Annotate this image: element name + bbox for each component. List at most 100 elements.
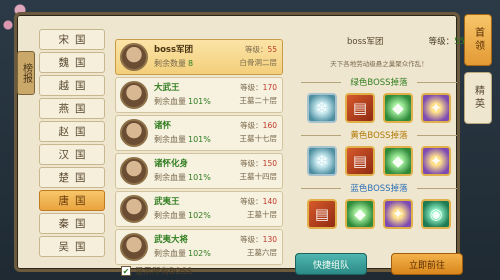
boss-level: 等级：55 [240,43,277,56]
item-icon: ◆ [392,99,404,117]
boss-location: 王墓六层 [247,248,277,257]
drop-sections: 绿色BOSS掉落 ❄ ▤ ◆ ✦ 黄色BOSS掉落 ❄ ▤ ◆ ✦ 蓝色BOSS掉落 ▤ ◆ ✦ ◉ [287,76,471,229]
drop-item-slot[interactable]: ❄ [307,146,337,176]
boss-meta: 等级：170 王墓二十层 [240,81,278,107]
item-icon: ✦ [429,152,443,170]
side-tab[interactable]: 首领 [464,14,492,66]
kingdom-tab[interactable]: 唐国 [39,190,105,211]
boss-list-item[interactable]: 武夷大将 剩余血量 102% 等级：130 王墓六层 [115,229,283,265]
item-icon: ✦ [429,99,443,117]
show-all-checkbox[interactable]: ✔ [121,266,131,276]
item-icon: ❄ [315,152,329,170]
boss-level-label: 等级： [240,197,263,206]
boss-meta: 等级：140 王墓十层 [240,195,277,221]
kingdom-tab[interactable]: 燕国 [39,98,105,119]
kingdom-tab[interactable]: 宋国 [39,29,105,50]
boss-meta: 等级：150 王墓十四层 [240,157,278,183]
boss-location: 王墓十四层 [239,172,278,181]
drop-item-slot[interactable]: ✦ [421,93,451,123]
drop-item-slot[interactable]: ◆ [345,199,375,229]
side-tab[interactable]: 精英 [464,72,492,124]
kingdom-tab[interactable]: 吴国 [39,236,105,257]
boss-level-label: 等级： [240,83,263,92]
kingdom-tab[interactable]: 越国 [39,75,105,96]
drop-item-slot[interactable]: ◆ [383,93,413,123]
drop-item-slot[interactable]: ▤ [345,146,375,176]
boss-list-item[interactable]: 大武王 剩余血量 101% 等级：170 王墓二十层 [115,77,283,113]
item-icon: ◆ [392,152,404,170]
boss-count-value: 101% [188,135,211,144]
drop-item-slot[interactable]: ◉ [421,199,451,229]
boss-level-value: 55 [267,45,277,54]
kingdom-tab[interactable]: 赵国 [39,121,105,142]
show-all-bosses-toggle[interactable]: ✔ 显示所有BOSS [121,265,192,277]
boss-avatar [120,157,148,185]
boss-count-label: 剩余血量 [154,249,186,258]
drop-item-slot[interactable]: ✦ [421,146,451,176]
boss-count-value: 101% [188,173,211,182]
detail-level-label: 等级： [428,37,455,47]
boss-list: boss军团 剩余数量 8 等级：55 白骨洞二层 大武王 剩余血量 101% 等级：170 王墓… [115,39,283,271]
item-icon: ▤ [314,205,330,223]
boss-level: 等级：130 [240,233,277,246]
boss-list-item[interactable]: 武夷王 剩余血量 102% 等级：140 王墓十层 [115,191,283,227]
boss-meta: 等级：160 王墓十七层 [240,119,278,145]
boss-level: 等级：170 [240,81,277,94]
item-icon: ❄ [315,99,329,117]
kingdom-tab[interactable]: 汉国 [39,144,105,165]
boss-level: 等级：160 [240,119,277,132]
detail-subtitle: 天下各地劳动级悬之巢聚众作乱！ [330,60,428,68]
quick-team-button[interactable]: 快捷组队 [295,253,367,275]
boss-location: 白骨洞二层 [239,58,278,67]
boss-level: 等级：140 [240,195,277,208]
drop-item-slot[interactable]: ◆ [383,146,413,176]
boss-list-item[interactable]: 诸怀 剩余血量 101% 等级：160 王墓十七层 [115,115,283,151]
show-all-label: 显示所有BOSS [135,267,193,277]
boss-avatar [120,119,148,147]
item-icon: ✦ [391,205,405,223]
boss-avatar [120,43,148,71]
boss-avatar [120,81,148,109]
boss-level-label: 等级： [240,159,263,168]
kingdom-tab[interactable]: 楚国 [39,167,105,188]
boss-list-item[interactable]: 诸怀化身 剩余血量 101% 等级：150 王墓十四层 [115,153,283,189]
boss-avatar [120,195,148,223]
drop-item-slot[interactable]: ▤ [307,199,337,229]
boss-count-label: 剩余血量 [154,97,186,106]
drop-section-title: 蓝色BOSS掉落 [287,182,471,194]
boss-count-label: 剩余血量 [154,173,186,182]
detail-level: 等级：55 [429,35,465,47]
boss-level-value: 150 [262,159,277,168]
boss-location: 王墓十七层 [239,134,278,143]
kingdom-tab[interactable]: 秦国 [39,213,105,234]
boss-level-value: 140 [262,197,277,206]
boss-location: 王墓十层 [247,210,277,219]
boss-meta: 等级：55 白骨洞二层 [240,43,278,69]
boss-meta: 等级：130 王墓六层 [240,233,277,259]
boss-panel: 榜报 宋国 魏国 越国 燕国 赵国 汉国 楚国 唐国 秦国 吴国 boss军团 剩余数量 8 等级：55… [14,12,465,277]
boss-level-value: 160 [262,121,277,130]
item-icon: ▤ [352,152,368,170]
drop-item-slot[interactable]: ✦ [383,199,413,229]
detail-header: boss军团 等级：55 [287,29,471,47]
drop-item-slot[interactable]: ❄ [307,93,337,123]
item-icon: ◉ [429,205,443,223]
boss-level-label: 等级： [240,121,263,130]
boss-level-label: 等级： [240,235,263,244]
boss-count-label: 剩余血量 [154,135,186,144]
drop-section-title: 绿色BOSS掉落 [287,76,471,88]
item-icon: ▤ [352,99,368,117]
kingdom-tab[interactable]: 魏国 [39,52,105,73]
boss-list-item[interactable]: boss军团 剩余数量 8 等级：55 白骨洞二层 [115,39,283,75]
drop-item-slot[interactable]: ▤ [345,93,375,123]
boss-location: 王墓二十层 [239,96,278,105]
go-now-button[interactable]: 立即前往 [391,253,463,275]
boss-count-value: 101% [188,97,211,106]
boss-count-label: 剩余数量 [154,59,186,68]
boss-level: 等级：150 [240,157,277,170]
right-side-tabs: 首领 精英 [464,14,492,124]
left-side-tab[interactable]: 榜报 [17,51,35,95]
boss-level-value: 130 [262,235,277,244]
kingdom-list: 宋国 魏国 越国 燕国 赵国 汉国 楚国 唐国 秦国 吴国 [39,29,105,280]
boss-count-label: 剩余血量 [154,211,186,220]
